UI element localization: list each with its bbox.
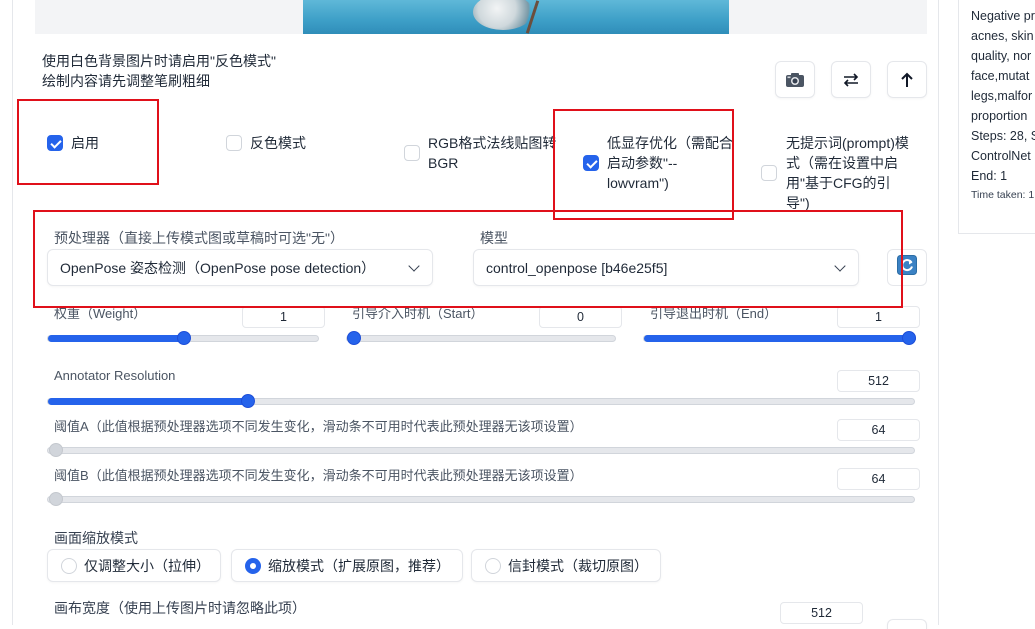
camera-button[interactable] [775, 61, 815, 98]
end-slider-thumb[interactable] [902, 331, 916, 345]
preprocessor-value: OpenPose 姿态检测（OpenPose pose detection） [60, 259, 376, 276]
chevron-down-icon [408, 260, 420, 272]
threshold-b-label: 阈值B（此值根据预处理器选项不同发生变化，滑动条不可用时代表此预处理器无该项设置… [54, 468, 583, 483]
info-line: Steps: 28, S [971, 129, 1035, 143]
info-line: Negative pr [971, 9, 1035, 23]
swap-arrows-icon [842, 72, 860, 87]
weight-slider[interactable] [47, 331, 319, 345]
invert-hint: 使用白色背景图片时请启用"反色模式" [42, 53, 276, 69]
end-slider[interactable] [643, 331, 916, 345]
panel-right-border [938, 0, 939, 625]
start-slider[interactable] [346, 331, 616, 345]
image-canvas[interactable] [35, 0, 927, 34]
info-line: proportion [971, 109, 1028, 123]
guess-mode-label-4: 导") [786, 195, 810, 211]
start-slider-thumb[interactable] [347, 331, 361, 345]
threshold-a-label: 阈值A（此值根据预处理器选项不同发生变化，滑动条不可用时代表此预处理器无该项设置… [54, 419, 583, 434]
weight-label: 权重（Weight） [54, 306, 147, 321]
start-label: 引导介入时机（Start） [352, 306, 484, 321]
end-label: 引导退出时机（End） [650, 306, 778, 321]
radio-stretch[interactable] [61, 558, 77, 574]
resize-option-stretch[interactable]: 仅调整大小（拉伸） [47, 549, 221, 582]
resize-option-label: 仅调整大小（拉伸） [84, 557, 210, 574]
resize-option-label: 缩放模式（扩展原图，推荐） [268, 557, 450, 574]
resize-option-scale[interactable]: 缩放模式（扩展原图，推荐） [231, 549, 463, 582]
lowvram-checkbox[interactable] [583, 155, 599, 171]
lowvram-label-2: 启动参数"-- [607, 155, 678, 171]
annotator-resolution-input[interactable]: 512 [837, 370, 920, 392]
swap-button[interactable] [831, 61, 871, 98]
info-line: ControlNet [971, 149, 1031, 163]
weight-slider-thumb[interactable] [177, 331, 191, 345]
annotator-resolution-slider[interactable] [47, 394, 915, 408]
lowvram-label-1: 低显存优化（需配合 [607, 135, 733, 151]
resize-option-envelope[interactable]: 信封模式（裁切原图） [471, 549, 661, 582]
info-line: face,mutat [971, 69, 1030, 83]
enable-label: 启用 [71, 135, 99, 151]
threshold-b-input[interactable]: 64 [837, 468, 920, 490]
rgb-bgr-label-2: BGR [428, 155, 459, 171]
canvas-swap-button[interactable] [887, 619, 927, 629]
model-value: control_openpose [b46e25f5] [486, 259, 668, 276]
brush-hint: 绘制内容请先调整笔刷粗细 [42, 73, 210, 89]
camera-icon [785, 72, 805, 88]
threshold-a-slider [47, 443, 915, 457]
weight-input[interactable]: 1 [242, 306, 325, 328]
lowvram-label-3: lowvram") [607, 175, 669, 191]
refresh-icon [897, 255, 917, 280]
panel-left-border [12, 0, 13, 625]
enable-checkbox[interactable] [47, 135, 63, 151]
arrow-up-icon [900, 72, 914, 88]
chevron-down-icon [834, 260, 846, 272]
annotator-resolution-label: Annotator Resolution [54, 368, 176, 383]
generation-info-panel: Negative pr acnes, skin quality, nor fac… [958, 0, 1035, 234]
preprocessor-select[interactable]: OpenPose 姿态检测（OpenPose pose detection） [47, 249, 433, 286]
threshold-b-slider [47, 492, 915, 506]
resize-mode-label: 画面缩放模式 [54, 530, 138, 546]
guess-mode-label-2: 式（需在设置中启 [786, 155, 898, 171]
model-select[interactable]: control_openpose [b46e25f5] [473, 249, 859, 286]
radio-envelope[interactable] [485, 558, 501, 574]
resize-option-label: 信封模式（裁切原图） [508, 557, 648, 574]
uploaded-image [303, 0, 729, 34]
preprocessor-label: 预处理器（直接上传模式图或草稿时可选"无"） [54, 230, 344, 246]
threshold-b-thumb [49, 492, 63, 506]
end-input[interactable]: 1 [837, 306, 920, 328]
annotator-resolution-thumb[interactable] [241, 394, 255, 408]
guess-mode-label-1: 无提示词(prompt)模 [786, 135, 909, 151]
info-line: quality, nor [971, 49, 1032, 63]
canvas-width-input[interactable]: 512 [780, 602, 863, 624]
threshold-a-input[interactable]: 64 [837, 419, 920, 441]
time-taken: Time taken: 1 [971, 189, 1035, 201]
info-line: acnes, skin [971, 29, 1034, 43]
guess-mode-label-3: 用"基于CFG的引 [786, 175, 891, 191]
invert-label: 反色模式 [250, 135, 306, 151]
upload-button[interactable] [887, 61, 927, 98]
radio-scale[interactable] [245, 558, 261, 574]
start-input[interactable]: 0 [539, 306, 622, 328]
refresh-models-button[interactable] [887, 249, 927, 286]
invert-checkbox[interactable] [226, 135, 242, 151]
info-line: legs,malfor [971, 89, 1033, 103]
guess-mode-checkbox[interactable] [761, 165, 777, 181]
info-line: End: 1 [971, 169, 1008, 183]
rgb-bgr-checkbox[interactable] [404, 145, 420, 161]
threshold-a-thumb [49, 443, 63, 457]
rgb-bgr-label-1: RGB格式法线贴图转 [428, 135, 557, 151]
canvas-width-label: 画布宽度（使用上传图片时请忽略此项） [54, 600, 306, 616]
model-label: 模型 [480, 230, 508, 246]
